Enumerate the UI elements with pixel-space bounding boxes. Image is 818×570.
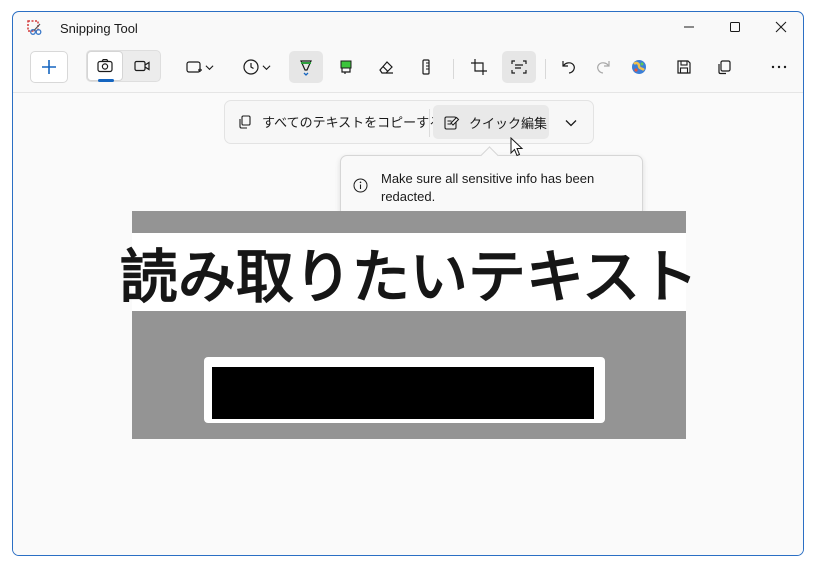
- copy-all-text-label: すべてのテキストをコピーする: [262, 115, 443, 130]
- captured-text-band: 読み取りたいテキスト: [120, 233, 698, 311]
- paint-button[interactable]: [622, 51, 656, 83]
- active-mode-indicator: [98, 79, 114, 82]
- clock-icon: [242, 59, 259, 75]
- text-actions-button[interactable]: [502, 51, 536, 83]
- undo-icon: [562, 61, 575, 74]
- save-button[interactable]: [667, 51, 701, 83]
- copy-icon: [718, 60, 731, 75]
- maximize-button[interactable]: [712, 12, 758, 42]
- chevron-down-icon: [262, 64, 270, 70]
- more-icon: [771, 65, 787, 69]
- paint-palette-icon: [632, 60, 646, 74]
- more-options-button[interactable]: [762, 51, 796, 83]
- maximize-icon: [730, 22, 740, 32]
- close-icon: [775, 21, 787, 33]
- captured-heading-text: 読み取りたいテキスト: [119, 243, 699, 311]
- tooltip-message: Make sure all sensitive info has been re…: [381, 171, 595, 204]
- camera-icon: [97, 59, 113, 73]
- redo-icon: [597, 61, 610, 74]
- info-icon: [353, 178, 368, 193]
- toolbar-divider: [545, 59, 546, 79]
- ruler-button[interactable]: [409, 51, 443, 83]
- snipping-tool-window: Snipping Tool すべてのテキストをコピーする クイック編集 Make…: [12, 11, 804, 556]
- video-camera-icon: [134, 60, 150, 72]
- snip-shape-dropdown[interactable]: [181, 51, 217, 83]
- mouse-pointer-icon: [510, 137, 524, 157]
- plus-icon: [42, 60, 56, 74]
- toolbar: [13, 45, 803, 91]
- quick-redact-button[interactable]: クイック編集: [433, 105, 549, 139]
- highlighter-button[interactable]: [329, 51, 363, 83]
- minimize-icon: [684, 26, 694, 28]
- highlighter-icon: [340, 60, 352, 74]
- copy-icon: [239, 114, 251, 129]
- redaction-tooltip: Make sure all sensitive info has been re…: [340, 146, 643, 217]
- text-actions-divider: [429, 109, 430, 137]
- redo-button[interactable]: [587, 51, 621, 83]
- title-bar: Snipping Tool: [13, 12, 803, 44]
- ruler-icon: [422, 59, 430, 75]
- copy-all-text-button[interactable]: すべてのテキストをコピーする: [237, 112, 442, 131]
- text-actions-icon: [511, 60, 527, 74]
- eraser-icon: [379, 61, 393, 74]
- edit-document-icon: [444, 115, 460, 130]
- video-mode-button[interactable]: [125, 51, 159, 81]
- toolbar-divider: [453, 59, 454, 79]
- ballpoint-pen-icon: [300, 60, 312, 76]
- crop-icon: [471, 59, 487, 75]
- ballpoint-pen-button[interactable]: [289, 51, 323, 83]
- quick-redact-label: クイック編集: [469, 115, 548, 131]
- undo-button[interactable]: [551, 51, 585, 83]
- delay-dropdown[interactable]: [238, 51, 274, 83]
- captured-image: 読み取りたいテキスト: [120, 211, 698, 439]
- chevron-down-icon: [205, 64, 213, 70]
- text-actions-bar: すべてのテキストをコピーする クイック編集: [224, 100, 594, 144]
- new-snip-button[interactable]: [30, 51, 68, 83]
- redaction-mark: [212, 367, 594, 419]
- expand-text-actions-button[interactable]: [559, 113, 583, 133]
- crop-button[interactable]: [462, 51, 496, 83]
- close-button[interactable]: [758, 12, 803, 42]
- window-title: Snipping Tool: [60, 21, 138, 36]
- redacted-area: [204, 357, 605, 423]
- save-icon: [677, 60, 691, 74]
- minimize-button[interactable]: [666, 12, 712, 42]
- chevron-down-icon: [565, 120, 577, 127]
- copy-button[interactable]: [707, 51, 741, 83]
- eraser-button[interactable]: [369, 51, 403, 83]
- snipping-tool-app-icon: [27, 20, 42, 35]
- rectangle-snip-icon: [185, 61, 202, 73]
- photo-mode-button[interactable]: [87, 51, 123, 82]
